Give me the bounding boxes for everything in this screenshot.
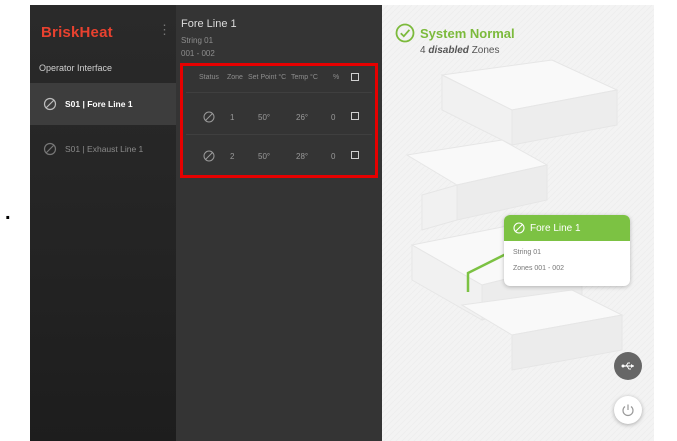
system-status-title: System Normal (420, 26, 515, 41)
sidebar-item-fore-line-1[interactable]: S01 | Fore Line 1 (30, 83, 176, 125)
annotation-dot: . (5, 202, 11, 224)
zone-card-fore-line-1[interactable]: Fore Line 1 String 01 Zones 001 - 002 (504, 215, 630, 286)
power-icon (622, 404, 634, 417)
usb-icon (621, 362, 634, 370)
sidebar-item-label: S01 | Fore Line 1 (65, 99, 133, 109)
power-button[interactable] (614, 396, 642, 424)
panel-title: Fore Line 1 (181, 18, 237, 30)
disabled-zones-summary: 4 disabled Zones (420, 45, 500, 56)
brand-logo: BriskHeat (41, 24, 113, 41)
disabled-circle-icon (43, 142, 57, 156)
panel-range: 001 - 002 (181, 49, 215, 58)
sidebar: BriskHeat ⋮ Operator Interface S01 | For… (30, 5, 176, 441)
sidebar-item-label: S01 | Exhaust Line 1 (65, 144, 144, 154)
card-string: String 01 (513, 249, 542, 256)
more-menu-icon[interactable]: ⋮ (158, 23, 171, 36)
sidebar-item-exhaust-line-1[interactable]: S01 | Exhaust Line 1 (30, 128, 176, 170)
card-header: Fore Line 1 (504, 215, 630, 241)
zones-word: Zones (471, 45, 500, 56)
usb-button[interactable] (614, 352, 642, 380)
card-zones: Zones 001 - 002 (513, 265, 564, 272)
disabled-count: 4 (420, 45, 426, 56)
operator-interface-label: Operator Interface (39, 63, 113, 73)
system-map: System Normal 4 disabled Zones Fore Line… (382, 5, 654, 441)
panel-string: String 01 (181, 36, 214, 45)
disabled-word: disabled (428, 45, 469, 56)
disabled-circle-icon (43, 97, 57, 111)
highlight-box (180, 63, 378, 178)
app-screen: BriskHeat ⋮ Operator Interface S01 | For… (30, 5, 654, 441)
card-title: Fore Line 1 (530, 222, 581, 234)
disabled-circle-icon (513, 222, 525, 234)
check-circle-icon (395, 23, 415, 43)
